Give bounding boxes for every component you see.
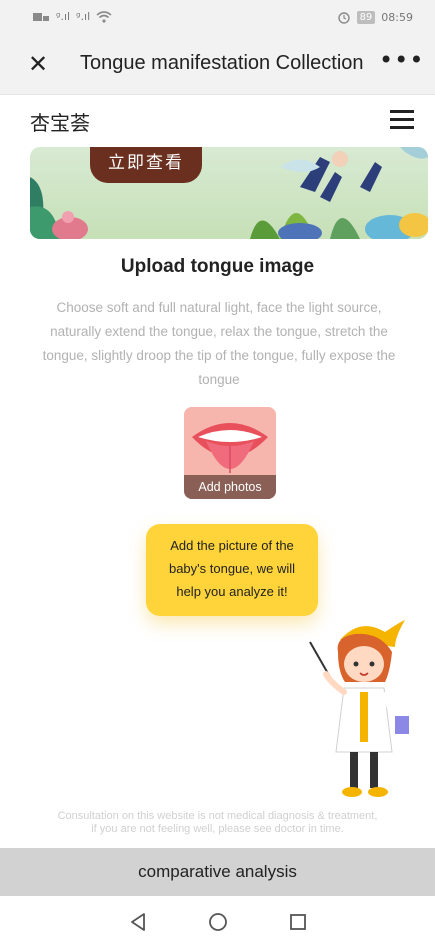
add-photos-button[interactable]: Add photos: [184, 407, 276, 499]
status-right: 89 08:59: [337, 10, 413, 24]
home-circle-icon[interactable]: [204, 908, 232, 936]
disclaimer-line-2: if you are not feeling well, please see …: [91, 823, 344, 835]
sim-icon: [33, 12, 49, 21]
doctor-mascot-illustration: [309, 620, 409, 797]
status-bar: ᵍ.ıl ᵍ.ıl 89 08:59: [0, 0, 435, 36]
promo-banner[interactable]: 立即查看: [30, 147, 428, 239]
status-time: 08:59: [381, 10, 413, 24]
upload-title: Upload tongue image: [120, 256, 315, 277]
close-icon[interactable]: ✕: [24, 50, 52, 78]
phone-screen: ᵍ.ıl ᵍ.ıl 89 08:59 ✕ Tongue manifestatio…: [0, 0, 435, 944]
more-icon[interactable]: •••: [379, 46, 423, 78]
tip-bubble: Add the picture of the baby's tongue, we…: [146, 524, 318, 616]
disclaimer: Consultation on this website is not medi…: [0, 810, 435, 836]
system-nav-bar: [0, 896, 435, 944]
comparative-analysis-button[interactable]: comparative analysis: [0, 848, 435, 896]
back-triangle-icon[interactable]: [124, 908, 152, 936]
hamburger-menu-icon[interactable]: [387, 105, 417, 135]
title-bar: ✕ Tongue manifestation Collection •••: [0, 36, 435, 95]
signal-text-2: ᵍ.ıl: [76, 10, 91, 23]
wifi-icon: [96, 10, 112, 23]
recent-square-icon[interactable]: [284, 908, 312, 936]
page-title: Tongue manifestation Collection: [80, 52, 364, 74]
view-now-button[interactable]: 立即查看: [90, 147, 202, 183]
tip-text: Add the picture of the baby's tongue, we…: [168, 538, 296, 599]
app-name: 杏宝荟: [30, 111, 90, 135]
signal-text-1: ᵍ.ıl: [56, 10, 71, 23]
app-header: 杏宝荟: [0, 95, 435, 147]
comparative-analysis-label: comparative analysis: [138, 862, 297, 881]
battery-level: 89: [356, 10, 376, 24]
status-left: ᵍ.ıl ᵍ.ıl: [32, 10, 112, 23]
disclaimer-line-1: Consultation on this website is not medi…: [57, 810, 378, 822]
alarm-icon: [337, 12, 350, 24]
upload-instructions: Choose soft and full natural light, face…: [42, 300, 396, 387]
add-photos-label: Add photos: [184, 475, 276, 499]
